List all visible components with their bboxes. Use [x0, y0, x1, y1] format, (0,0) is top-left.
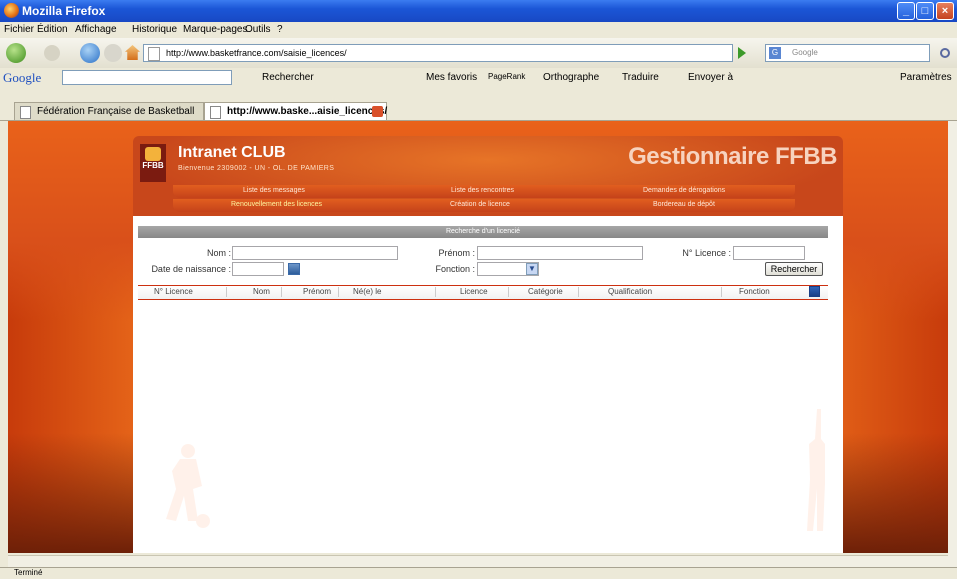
tab-saisie-licences[interactable]: http://www.baske...aisie_licences/	[204, 102, 387, 120]
main-nav-row-1: Liste des messages Liste des rencontres …	[173, 185, 795, 198]
menu-marque-pages[interactable]: Marque-pages	[183, 24, 247, 35]
panel-title: Recherche d'un licencié	[138, 226, 828, 238]
tab-ffbb[interactable]: Fédération Française de Basketball	[14, 102, 204, 120]
search-input[interactable]: G Google	[765, 44, 930, 62]
close-tab-icon[interactable]	[372, 106, 383, 117]
menu-fichier[interactable]: Fichier	[4, 24, 34, 35]
main-nav-row-2: Renouvellement des licences Création de …	[173, 199, 795, 212]
nav-bordereau-depot[interactable]: Bordereau de dépôt	[653, 201, 715, 208]
fonction-label: Fonction :	[435, 264, 475, 274]
nav-liste-messages[interactable]: Liste des messages	[243, 187, 305, 194]
menu-outils[interactable]: Outils	[245, 24, 271, 35]
welcome-text: Bienvenue 2309002 - UN - OL. DE PAMIERS	[178, 165, 335, 172]
google-traduire-button[interactable]: Traduire	[622, 72, 659, 83]
col-licence[interactable]: Licence	[460, 287, 488, 296]
maximize-button[interactable]: □	[916, 2, 934, 20]
google-toolbar: Google Rechercher Mes favoris PageRank O…	[0, 68, 957, 89]
search-placeholder: Google	[792, 48, 818, 57]
player-silhouette-left	[166, 444, 210, 528]
menu-help[interactable]: ?	[277, 24, 283, 35]
export-icon[interactable]	[809, 286, 820, 297]
tab-label: http://www.baske...aisie_licences/	[227, 106, 388, 117]
page-icon	[210, 106, 221, 119]
vertical-scrollbar[interactable]	[948, 121, 957, 567]
menu-historique[interactable]: Historique	[132, 24, 177, 35]
licence-field[interactable]	[733, 246, 805, 260]
nav-renouvellement-licences[interactable]: Renouvellement des licences	[231, 201, 322, 208]
firefox-icon	[4, 3, 19, 18]
fonction-select[interactable]: ▼	[477, 262, 539, 276]
col-categorie[interactable]: Catégorie	[528, 287, 563, 296]
page-content: FFBB Intranet CLUB Bienvenue 2309002 - U…	[8, 121, 948, 553]
col-numero-licence[interactable]: N° Licence	[154, 287, 193, 296]
brand-title: Intranet CLUB	[178, 144, 286, 161]
chevron-down-icon: ▼	[526, 263, 538, 275]
nom-field[interactable]	[232, 246, 398, 260]
nav-creation-licence[interactable]: Création de licence	[450, 201, 510, 208]
forward-button[interactable]	[44, 45, 60, 61]
nom-label: Nom :	[206, 248, 231, 258]
prenom-label: Prénom :	[438, 248, 475, 258]
navigation-toolbar: http://www.basketfrance.com/saisie_licen…	[0, 38, 957, 69]
google-search-icon: G	[769, 47, 781, 59]
menu-affichage[interactable]: Affichage	[75, 24, 117, 35]
menu-edition[interactable]: Édition	[37, 24, 68, 35]
prenom-field[interactable]	[477, 246, 643, 260]
col-prenom[interactable]: Prénom	[303, 287, 331, 296]
google-logo: Google	[3, 70, 42, 85]
rechercher-button[interactable]: Rechercher	[765, 262, 823, 276]
results-table-header: N° Licence Nom Prénom Né(e) le Licence C…	[138, 285, 828, 300]
status-text: Terminé	[14, 568, 43, 577]
nav-liste-rencontres[interactable]: Liste des rencontres	[451, 187, 514, 194]
go-icon[interactable]	[738, 47, 746, 59]
window-title-bar: Mozilla Firefox _ □ ×	[0, 0, 957, 22]
stop-button[interactable]	[104, 44, 122, 62]
tab-label: Fédération Française de Basketball	[37, 106, 195, 117]
col-qualification[interactable]: Qualification	[608, 287, 652, 296]
site-header: FFBB Intranet CLUB Bienvenue 2309002 - U…	[133, 136, 843, 216]
home-icon[interactable]	[125, 45, 140, 60]
licence-label: N° Licence :	[682, 248, 731, 258]
reload-button[interactable]	[80, 43, 100, 63]
date-naissance-field[interactable]	[232, 262, 284, 276]
back-button[interactable]	[6, 43, 26, 63]
calendar-icon[interactable]	[288, 263, 300, 275]
google-parametres-button[interactable]: Paramètres	[900, 72, 952, 83]
google-orthographe-button[interactable]: Orthographe	[543, 72, 599, 83]
page-icon	[20, 106, 31, 119]
google-toolbar-input[interactable]	[62, 70, 232, 85]
player-silhouette-right	[807, 409, 825, 531]
url-text: http://www.basketfrance.com/saisie_licen…	[166, 48, 347, 58]
window-title: Mozilla Firefox	[22, 4, 106, 18]
status-bar: Terminé	[0, 567, 957, 579]
search-panel: Recherche d'un licencié Nom : Prénom : N…	[133, 216, 843, 553]
google-envoyer-button[interactable]: Envoyer à	[688, 72, 733, 83]
search-icon[interactable]	[940, 48, 950, 58]
col-fonction[interactable]: Fonction	[739, 287, 770, 296]
url-input[interactable]: http://www.basketfrance.com/saisie_licen…	[143, 44, 733, 62]
menu-bar: Fichier Édition Affichage Historique Mar…	[0, 22, 957, 38]
page-icon	[148, 47, 160, 61]
close-button[interactable]: ×	[936, 2, 954, 20]
gestionnaire-title: Gestionnaire FFBB	[628, 143, 837, 170]
google-pagerank[interactable]: PageRank	[488, 72, 525, 81]
tab-bar: Fédération Française de Basketball http:…	[0, 88, 957, 121]
col-nom[interactable]: Nom	[253, 287, 270, 296]
minimize-button[interactable]: _	[897, 2, 915, 20]
date-naissance-label: Date de naissance :	[151, 264, 231, 274]
nav-demandes-derogations[interactable]: Demandes de dérogations	[643, 187, 725, 194]
ffbb-logo: FFBB	[140, 144, 166, 182]
col-ne-le[interactable]: Né(e) le	[353, 287, 381, 296]
google-rechercher-button[interactable]: Rechercher	[262, 72, 314, 83]
google-favoris-button[interactable]: Mes favoris	[426, 72, 477, 83]
